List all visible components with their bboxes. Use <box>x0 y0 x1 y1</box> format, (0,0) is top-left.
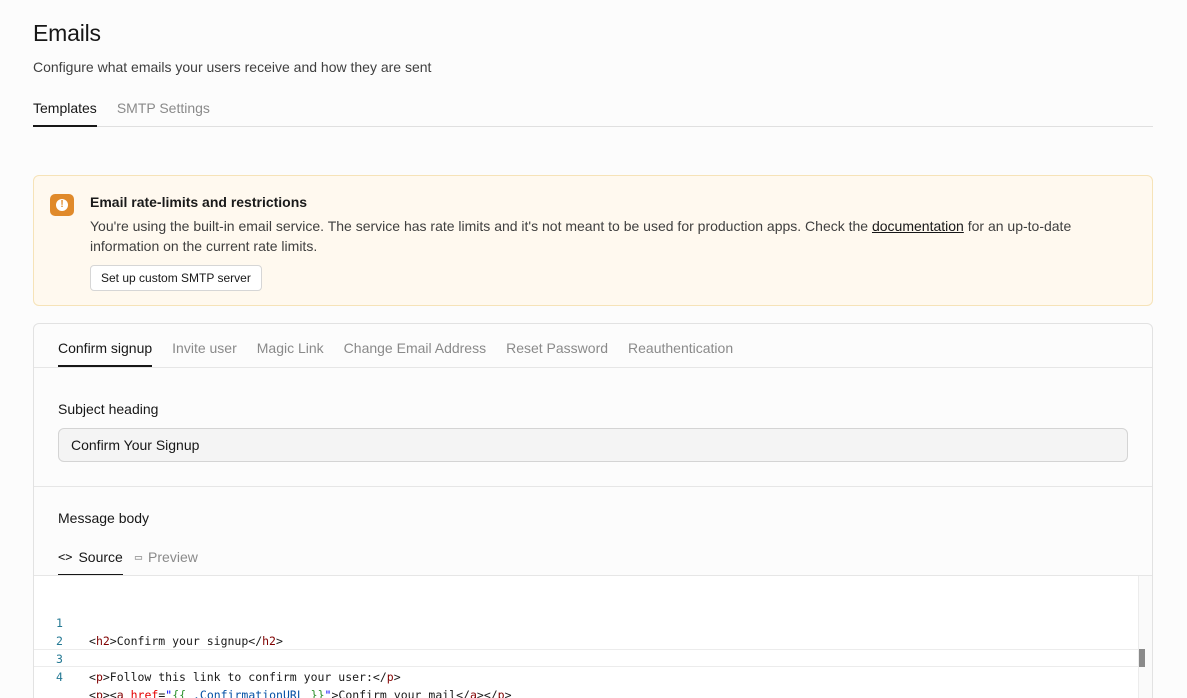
email-template-card: Confirm signup Invite user Magic Link Ch… <box>33 323 1153 698</box>
subject-heading-label: Subject heading <box>58 401 159 417</box>
tab-templates[interactable]: Templates <box>33 96 97 127</box>
setup-smtp-button[interactable]: Set up custom SMTP server <box>90 265 262 291</box>
message-view-tabs: <> Source ▭ Preview <box>58 539 198 576</box>
page-header: Emails Configure what emails your users … <box>33 20 431 75</box>
tab-reauthentication[interactable]: Reauthentication <box>628 324 733 367</box>
tab-smtp-settings[interactable]: SMTP Settings <box>117 96 210 127</box>
rate-limit-alert: ! Email rate-limits and restrictions You… <box>33 175 1153 306</box>
code-text: <p>Follow this link to confirm your user… <box>89 670 401 684</box>
tab-preview-label: Preview <box>148 549 198 565</box>
main-tabs: Templates SMTP Settings <box>33 96 1153 127</box>
tab-invite-user[interactable]: Invite user <box>172 324 237 367</box>
tab-confirm-signup[interactable]: Confirm signup <box>58 324 153 367</box>
tab-magic-link[interactable]: Magic Link <box>257 324 324 367</box>
line-number: 4 <box>56 670 63 684</box>
scrollbar-thumb[interactable] <box>1139 649 1145 667</box>
alert-title: Email rate-limits and restrictions <box>90 194 308 210</box>
documentation-link[interactable]: documentation <box>872 218 964 234</box>
alert-text-before: You're using the built-in email service.… <box>90 218 872 234</box>
page-subtitle: Configure what emails your users receive… <box>33 59 432 75</box>
divider <box>34 367 1152 368</box>
page-title: Emails <box>33 20 101 46</box>
code-line: 2 <box>34 614 1138 648</box>
tab-reset-password[interactable]: Reset Password <box>506 324 608 367</box>
template-tabs: Confirm signup Invite user Magic Link Ch… <box>58 324 733 367</box>
tab-preview[interactable]: ▭ Preview <box>135 539 198 576</box>
editor-scrollbar[interactable] <box>1138 576 1152 698</box>
code-icon: <> <box>58 550 73 564</box>
code-line-current: 4 <p><a href="{{ .ConfirmationURL }}">Co… <box>34 649 1138 698</box>
divider <box>34 486 1152 487</box>
tab-source-label: Source <box>78 549 123 565</box>
tab-source[interactable]: <> Source <box>58 539 123 576</box>
alert-circle-icon: ! <box>50 194 74 216</box>
code-line: 1 <h2>Confirm your signup</h2> <box>34 596 1138 648</box>
code-line: 3 <p>Follow this link to confirm your us… <box>34 632 1138 684</box>
subject-heading-input[interactable] <box>58 428 1128 462</box>
monitor-icon: ▭ <box>134 550 143 564</box>
code-text: <p><a href="{{ .ConfirmationURL }}">Conf… <box>89 688 512 698</box>
message-body-label: Message body <box>58 510 150 526</box>
code-editor[interactable]: 1 <h2>Confirm your signup</h2> 2 3 <p>Fo… <box>34 576 1152 698</box>
alert-text: You're using the built-in email service.… <box>90 216 1130 256</box>
tab-change-email-address[interactable]: Change Email Address <box>344 324 486 367</box>
